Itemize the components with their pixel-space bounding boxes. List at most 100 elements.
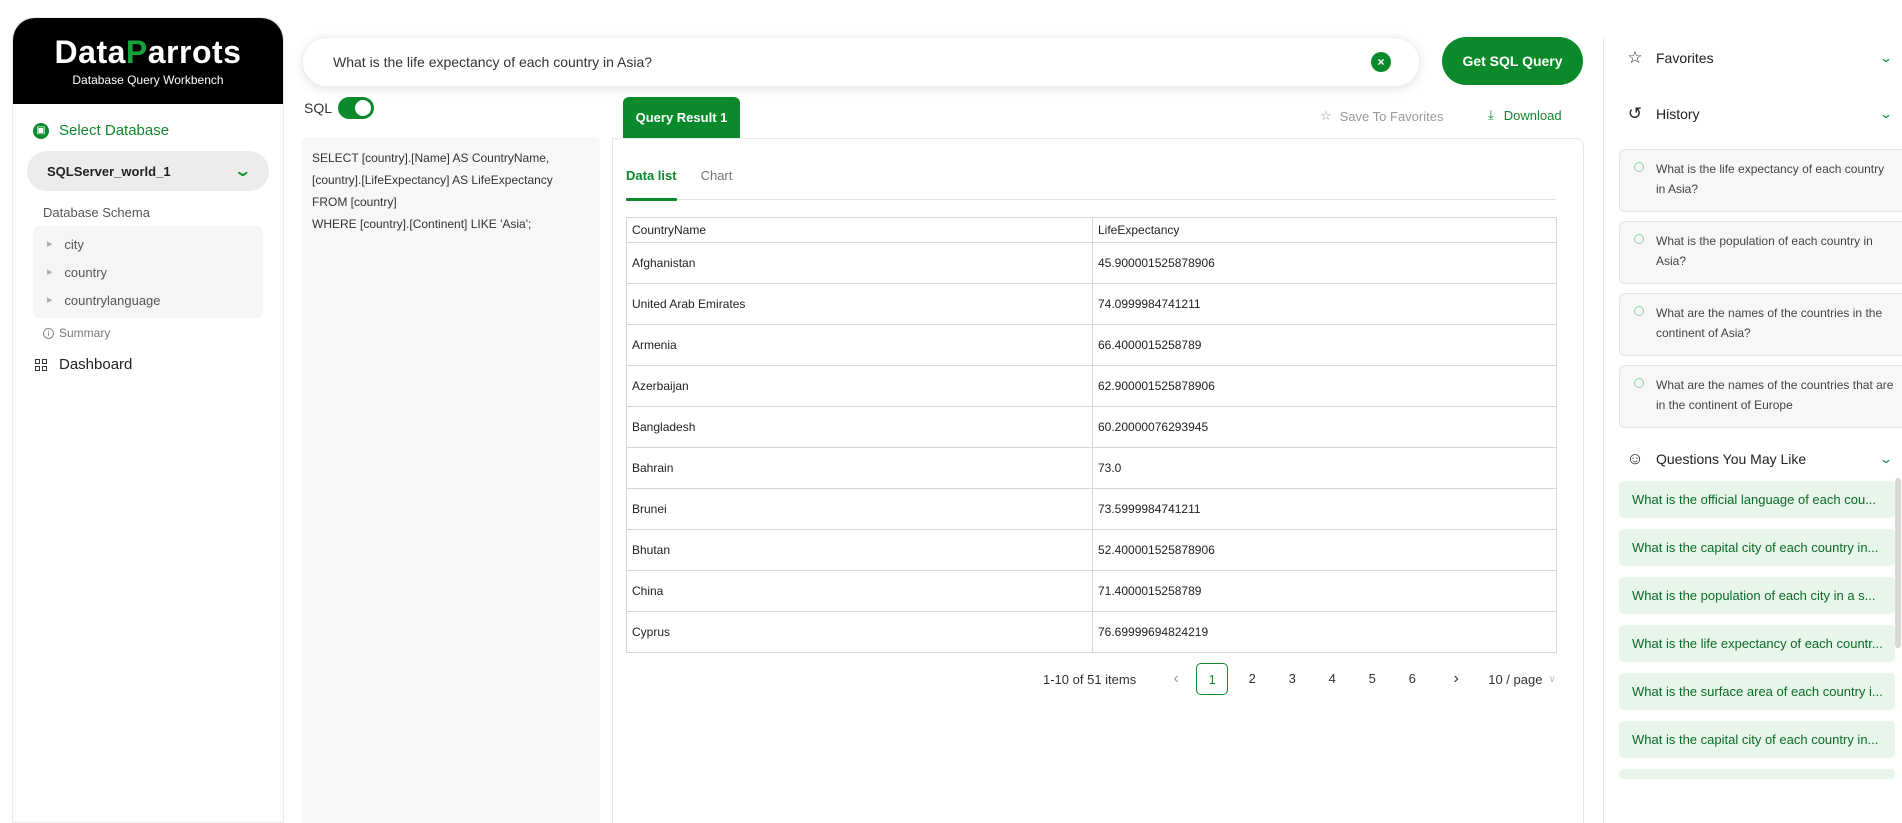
right-sidebar-divider bbox=[1603, 37, 1604, 823]
sql-code-panel[interactable]: SELECT [country].[Name] AS CountryName, … bbox=[302, 137, 600, 823]
sql-line: [country].[LifeExpectancy] AS LifeExpect… bbox=[312, 173, 553, 187]
history-item-text: What are the names of the countries in t… bbox=[1656, 306, 1883, 340]
table-row: Bhutan 52.400001525878906 bbox=[626, 529, 1557, 571]
info-icon: i bbox=[43, 327, 54, 339]
chevron-down-icon: ⌄ bbox=[1878, 107, 1894, 121]
suggested-question[interactable]: What is the official language of each co… bbox=[1619, 481, 1895, 518]
questions-label: Questions You May Like bbox=[1656, 451, 1807, 467]
table-cell: Armenia bbox=[626, 324, 1093, 366]
download-button[interactable]: ⤓ Download bbox=[1488, 107, 1562, 123]
page-4[interactable]: 4 bbox=[1316, 663, 1348, 695]
table-cell: 73.0 bbox=[1092, 447, 1557, 489]
schema-item-label: countrylanguage bbox=[64, 292, 161, 308]
result-subtabs: Data list Chart bbox=[626, 168, 1556, 201]
schema-item-label: city bbox=[64, 236, 84, 252]
suggested-question[interactable]: What is the capital city of each country… bbox=[1619, 529, 1895, 566]
selected-database: SQLServer_world_1 bbox=[47, 163, 171, 179]
table-cell: Cyprus bbox=[626, 611, 1093, 653]
table-row: Brunei 73.5999984741211 bbox=[626, 488, 1557, 530]
page-size-value: 10 / page bbox=[1488, 671, 1543, 687]
column-header[interactable]: LifeExpectancy bbox=[1092, 217, 1557, 243]
table-cell: 73.5999984741211 bbox=[1092, 488, 1557, 530]
right-scrollbar[interactable] bbox=[1895, 478, 1901, 648]
table-row: Afghanistan 45.900001525878906 bbox=[626, 242, 1557, 284]
column-header[interactable]: CountryName bbox=[626, 217, 1093, 243]
suggested-question[interactable]: What is the capital city of each country… bbox=[1619, 721, 1895, 758]
page-2[interactable]: 2 bbox=[1236, 663, 1268, 695]
result-table: CountryName LifeExpectancy Afghanistan 45… bbox=[626, 217, 1557, 653]
table-cell: Bangladesh bbox=[626, 406, 1093, 448]
caret-right-icon: ▶ bbox=[47, 269, 53, 276]
clear-icon[interactable]: × bbox=[1371, 52, 1391, 72]
questions-header[interactable]: ☺ Questions You May Like ⌄ bbox=[1626, 449, 1893, 469]
suggested-question[interactable]: What is the life expectancy of each coun… bbox=[1619, 625, 1895, 662]
page-5[interactable]: 5 bbox=[1356, 663, 1388, 695]
tab-chart[interactable]: Chart bbox=[701, 168, 733, 200]
suggested-question-partial[interactable] bbox=[1619, 769, 1895, 779]
table-cell: 71.4000015258789 bbox=[1092, 570, 1557, 612]
chevron-down-icon: ∨ bbox=[1548, 673, 1556, 685]
download-icon: ⤓ bbox=[1488, 107, 1494, 122]
caret-right-icon: ▶ bbox=[47, 297, 53, 304]
suggested-question[interactable]: What is the surface area of each country… bbox=[1619, 673, 1895, 710]
select-database-header[interactable]: ▣ Select Database bbox=[33, 122, 283, 139]
download-label: Download bbox=[1503, 107, 1562, 123]
schema-tree: ▶ city ▶ country ▶ countrylanguage bbox=[33, 226, 263, 318]
table-header-row: CountryName LifeExpectancy bbox=[626, 217, 1557, 243]
tab-data-list[interactable]: Data list bbox=[626, 168, 677, 201]
table-cell: Azerbaijan bbox=[626, 365, 1093, 407]
history-icon: ↺ bbox=[1627, 104, 1643, 123]
table-row: Bangladesh 60.20000076293945 bbox=[626, 406, 1557, 448]
get-sql-query-button[interactable]: Get SQL Query bbox=[1442, 37, 1583, 85]
schema-item-countrylanguage[interactable]: ▶ countrylanguage bbox=[33, 286, 263, 314]
next-page-icon[interactable]: › bbox=[1436, 670, 1476, 688]
pagination: 1-10 of 51 items ‹ 1 2 3 4 5 6 › 10 / pa… bbox=[1043, 663, 1556, 695]
save-to-favorites-button[interactable]: ☆ Save To Favorites bbox=[1320, 108, 1443, 124]
chevron-down-icon: ⌄ bbox=[1878, 51, 1894, 65]
table-cell: 76.69999694824219 bbox=[1092, 611, 1557, 653]
table-cell: 60.20000076293945 bbox=[1092, 406, 1557, 448]
favorites-label: Favorites bbox=[1656, 50, 1714, 66]
database-icon: ▣ bbox=[33, 122, 49, 139]
history-item-text: What is the population of each country i… bbox=[1656, 234, 1873, 268]
dashboard-link[interactable]: Dashboard bbox=[35, 356, 283, 373]
table-cell: Afghanistan bbox=[626, 242, 1093, 284]
star-icon: ☆ bbox=[1627, 48, 1643, 67]
toggle-knob bbox=[355, 100, 371, 116]
prev-page-icon[interactable]: ‹ bbox=[1156, 670, 1196, 688]
summary-link[interactable]: i Summary bbox=[43, 326, 283, 340]
page-3[interactable]: 3 bbox=[1276, 663, 1308, 695]
sql-toggle[interactable] bbox=[338, 97, 374, 119]
select-database-label: Select Database bbox=[59, 122, 170, 139]
history-item[interactable]: What are the names of the countries in t… bbox=[1619, 293, 1902, 356]
history-item[interactable]: What is the population of each country i… bbox=[1619, 221, 1902, 284]
history-header[interactable]: ↺ History ⌄ bbox=[1626, 104, 1894, 124]
suggested-question[interactable]: What is the population of each city in a… bbox=[1619, 577, 1895, 614]
search-bar: × bbox=[302, 37, 1420, 87]
history-item-text: What are the names of the countries that… bbox=[1656, 378, 1894, 412]
sql-line: SELECT [country].[Name] AS CountryName, bbox=[312, 151, 550, 165]
page-size-select[interactable]: 10 / page ∨ bbox=[1488, 672, 1556, 687]
star-icon: ☆ bbox=[1320, 108, 1332, 123]
page-6[interactable]: 6 bbox=[1396, 663, 1428, 695]
database-select[interactable]: SQLServer_world_1 ⌄ bbox=[27, 151, 269, 191]
left-sidebar: DataParrots Database Query Workbench ▣ S… bbox=[12, 17, 284, 823]
question-input[interactable] bbox=[333, 54, 1371, 70]
schema-item-country[interactable]: ▶ country bbox=[33, 258, 263, 286]
schema-item-city[interactable]: ▶ city bbox=[33, 230, 263, 258]
table-cell: China bbox=[626, 570, 1093, 612]
history-item[interactable]: What are the names of the countries that… bbox=[1619, 365, 1902, 428]
dashboard-label: Dashboard bbox=[59, 356, 133, 373]
table-cell: 66.4000015258789 bbox=[1092, 324, 1557, 366]
page-1[interactable]: 1 bbox=[1196, 663, 1229, 695]
history-item[interactable]: What is the life expectancy of each coun… bbox=[1619, 149, 1902, 212]
table-cell: Brunei bbox=[626, 488, 1093, 530]
tab-query-result-1[interactable]: Query Result 1 bbox=[623, 97, 740, 138]
table-cell: 45.900001525878906 bbox=[1092, 242, 1557, 284]
table-cell: 74.0999984741211 bbox=[1092, 283, 1557, 325]
favorites-header[interactable]: ☆ Favorites ⌄ bbox=[1626, 48, 1894, 68]
clock-icon bbox=[1634, 162, 1644, 172]
app-root: DataParrots Database Query Workbench ▣ S… bbox=[0, 0, 1902, 823]
clock-icon bbox=[1634, 378, 1644, 388]
table-cell: 52.400001525878906 bbox=[1092, 529, 1557, 571]
